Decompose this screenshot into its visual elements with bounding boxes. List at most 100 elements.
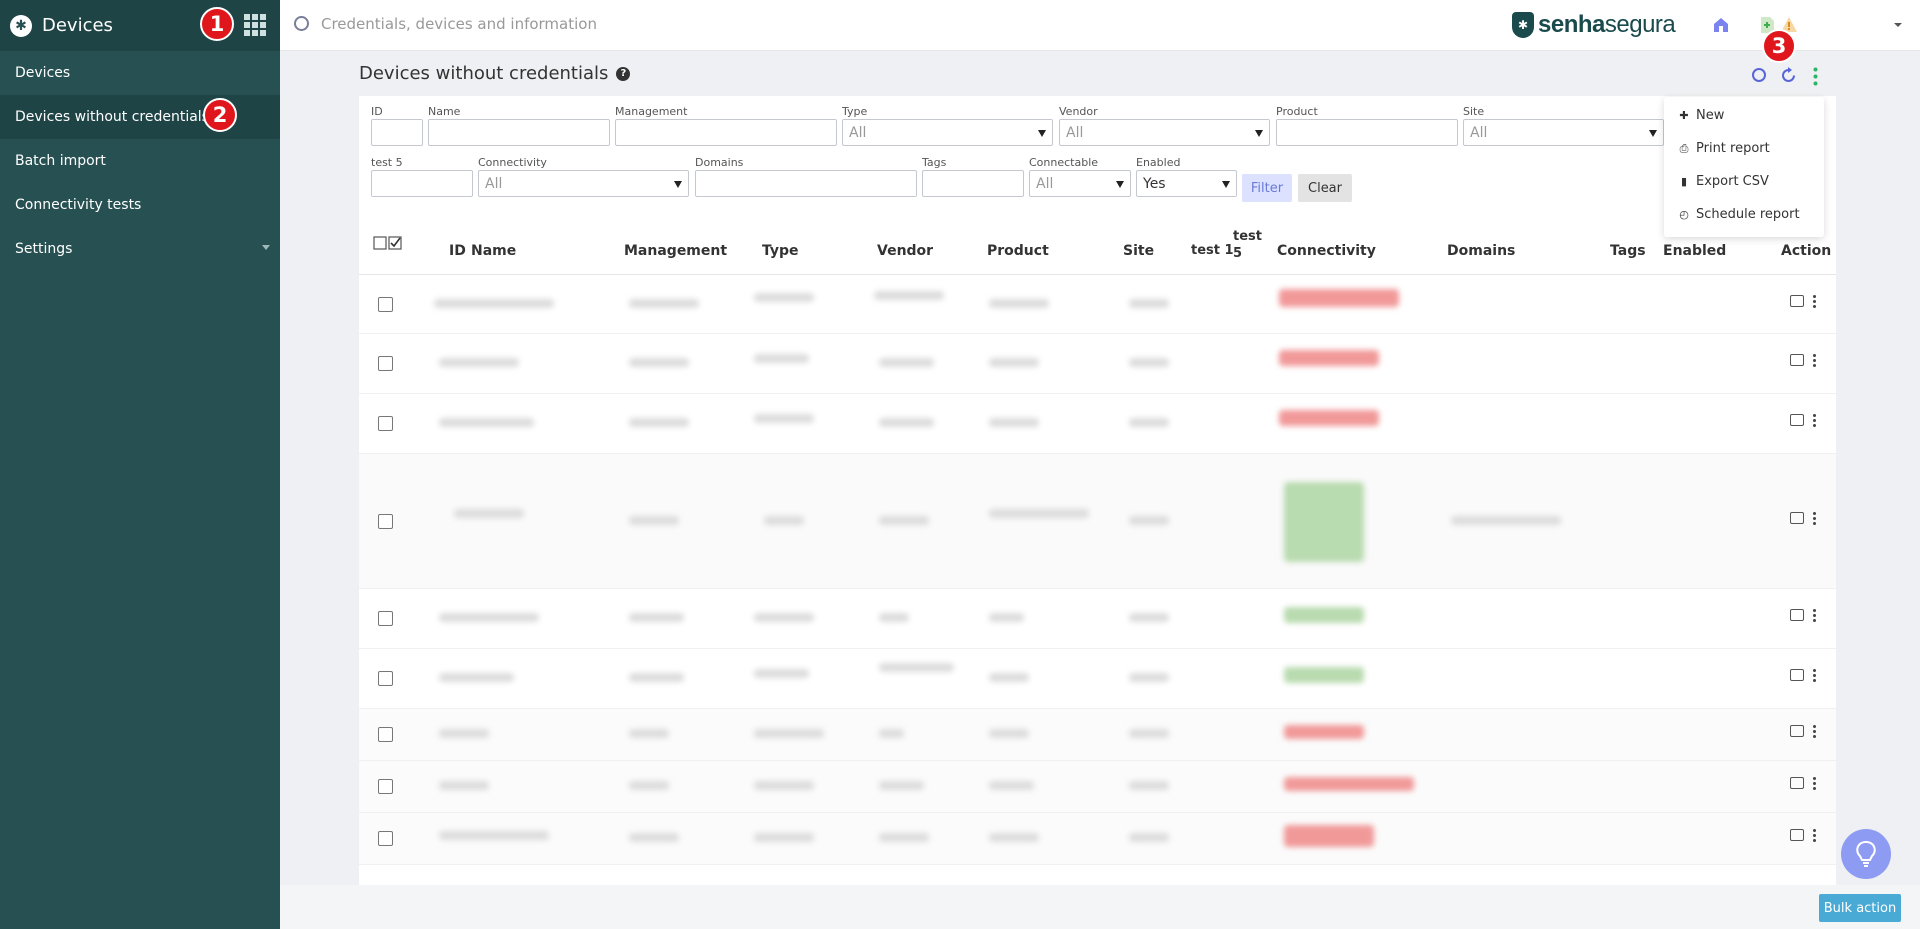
- sidebar-item-settings[interactable]: Settings: [0, 227, 280, 271]
- sidebar-item-devices[interactable]: Devices: [0, 51, 280, 95]
- row-more-icon[interactable]: [1813, 354, 1816, 369]
- table-row[interactable]: [359, 813, 1836, 865]
- column-header-test1[interactable]: test 1: [1191, 243, 1234, 258]
- column-header-action[interactable]: Action: [1781, 243, 1831, 259]
- table-row[interactable]: [359, 454, 1836, 589]
- row-more-icon[interactable]: [1813, 295, 1816, 310]
- column-header-vendor[interactable]: Vendor: [877, 243, 933, 259]
- row-more-icon[interactable]: [1813, 829, 1816, 844]
- edit-icon[interactable]: [1790, 512, 1804, 524]
- sidebar-item-batch-import[interactable]: Batch import: [0, 139, 280, 183]
- edit-icon[interactable]: [1790, 609, 1804, 621]
- bulk-action-button[interactable]: Bulk action: [1819, 894, 1901, 922]
- row-more-icon[interactable]: [1813, 777, 1816, 792]
- column-header-product[interactable]: Product: [987, 243, 1049, 259]
- row-checkbox[interactable]: [378, 611, 393, 626]
- help-icon[interactable]: ?: [616, 66, 631, 81]
- blurred-cell: [629, 418, 689, 427]
- more-options-icon[interactable]: [1813, 67, 1818, 86]
- row-checkbox[interactable]: [378, 297, 393, 312]
- filter-button[interactable]: Filter: [1242, 174, 1292, 202]
- annotation-marker-3: 3: [1762, 29, 1796, 63]
- connectivity-select[interactable]: All: [478, 170, 689, 197]
- column-header-id[interactable]: ID: [449, 243, 466, 259]
- blurred-cell: [989, 673, 1029, 682]
- edit-icon[interactable]: [1790, 295, 1804, 307]
- product-input[interactable]: [1276, 119, 1458, 146]
- lightbulb-help-icon[interactable]: [1841, 829, 1891, 879]
- table-row[interactable]: [359, 709, 1836, 761]
- search-icon[interactable]: [1751, 67, 1768, 84]
- edit-icon[interactable]: [1790, 354, 1804, 366]
- column-header-domains[interactable]: Domains: [1447, 243, 1515, 259]
- domains-input[interactable]: [695, 170, 917, 197]
- blurred-cell: [989, 833, 1039, 842]
- edit-icon[interactable]: [1790, 725, 1804, 737]
- management-input[interactable]: [615, 119, 837, 146]
- dropdown-arrow-icon: [1255, 130, 1263, 137]
- column-header-tags[interactable]: Tags: [1610, 243, 1646, 259]
- select-all-checkbox[interactable]: [373, 236, 403, 250]
- menu-item-print-report[interactable]: ⎙ Print report: [1678, 141, 1770, 156]
- menu-item-new[interactable]: ✚ New: [1678, 108, 1724, 123]
- blurred-cell: [879, 516, 929, 525]
- row-checkbox[interactable]: [378, 671, 393, 686]
- blurred-cell: [1129, 729, 1169, 738]
- site-select[interactable]: All: [1463, 119, 1664, 146]
- table-row[interactable]: [359, 589, 1836, 649]
- chevron-down-icon[interactable]: [1893, 20, 1903, 30]
- row-checkbox[interactable]: [378, 356, 393, 371]
- row-more-icon[interactable]: [1813, 609, 1816, 624]
- row-more-icon[interactable]: [1813, 512, 1816, 527]
- sidebar-item-connectivity-tests[interactable]: Connectivity tests: [0, 183, 280, 227]
- edit-icon[interactable]: [1790, 414, 1804, 426]
- clear-button[interactable]: Clear: [1298, 174, 1352, 202]
- row-more-icon[interactable]: [1813, 414, 1816, 429]
- vendor-select[interactable]: All: [1059, 119, 1270, 146]
- id-input[interactable]: [371, 119, 423, 146]
- row-checkbox[interactable]: [378, 514, 393, 529]
- column-header-name[interactable]: Name: [471, 243, 516, 259]
- blurred-cell: [629, 729, 669, 738]
- table-row[interactable]: [359, 394, 1836, 454]
- blurred-cell: [989, 781, 1034, 790]
- home-icon[interactable]: [1712, 16, 1730, 34]
- column-header-type[interactable]: Type: [762, 243, 799, 259]
- row-checkbox[interactable]: [378, 727, 393, 742]
- row-more-icon[interactable]: [1813, 669, 1816, 684]
- filter-label: Name: [428, 105, 461, 118]
- table-row[interactable]: [359, 275, 1836, 334]
- menu-item-export-csv[interactable]: ▮ Export CSV: [1678, 174, 1769, 189]
- test5-input[interactable]: [371, 170, 473, 197]
- connectivity-status: [1284, 607, 1364, 623]
- apps-grid-icon[interactable]: [244, 14, 266, 36]
- table-row[interactable]: [359, 761, 1836, 813]
- column-header-management[interactable]: Management: [624, 243, 727, 259]
- blurred-cell: [754, 354, 809, 363]
- row-checkbox[interactable]: [378, 416, 393, 431]
- connectable-select[interactable]: All: [1029, 170, 1131, 197]
- column-header-test5[interactable]: test 5: [1233, 228, 1262, 262]
- sidebar-item-devices-without-credentials[interactable]: Devices without credentials: [0, 95, 280, 139]
- blurred-cell: [754, 833, 814, 842]
- filter-tags: Tags: [922, 156, 1024, 197]
- dropdown-arrow-icon: [1038, 130, 1046, 137]
- type-select[interactable]: All: [842, 119, 1053, 146]
- column-header-connectivity[interactable]: Connectivity: [1277, 243, 1376, 259]
- table-row[interactable]: [359, 649, 1836, 709]
- tags-input[interactable]: [922, 170, 1024, 197]
- row-checkbox[interactable]: [378, 779, 393, 794]
- row-more-icon[interactable]: [1813, 725, 1816, 740]
- edit-icon[interactable]: [1790, 777, 1804, 789]
- refresh-icon[interactable]: [1780, 67, 1797, 84]
- table-row[interactable]: [359, 334, 1836, 394]
- edit-icon[interactable]: [1790, 669, 1804, 681]
- global-search-input[interactable]: Credentials, devices and information: [321, 15, 597, 33]
- row-checkbox[interactable]: [378, 831, 393, 846]
- edit-icon[interactable]: [1790, 829, 1804, 841]
- column-header-enabled[interactable]: Enabled: [1663, 243, 1726, 259]
- menu-item-schedule-report[interactable]: ◴ Schedule report: [1678, 207, 1799, 222]
- enabled-select[interactable]: Yes: [1136, 170, 1237, 197]
- name-input[interactable]: [428, 119, 610, 146]
- column-header-site[interactable]: Site: [1123, 243, 1154, 259]
